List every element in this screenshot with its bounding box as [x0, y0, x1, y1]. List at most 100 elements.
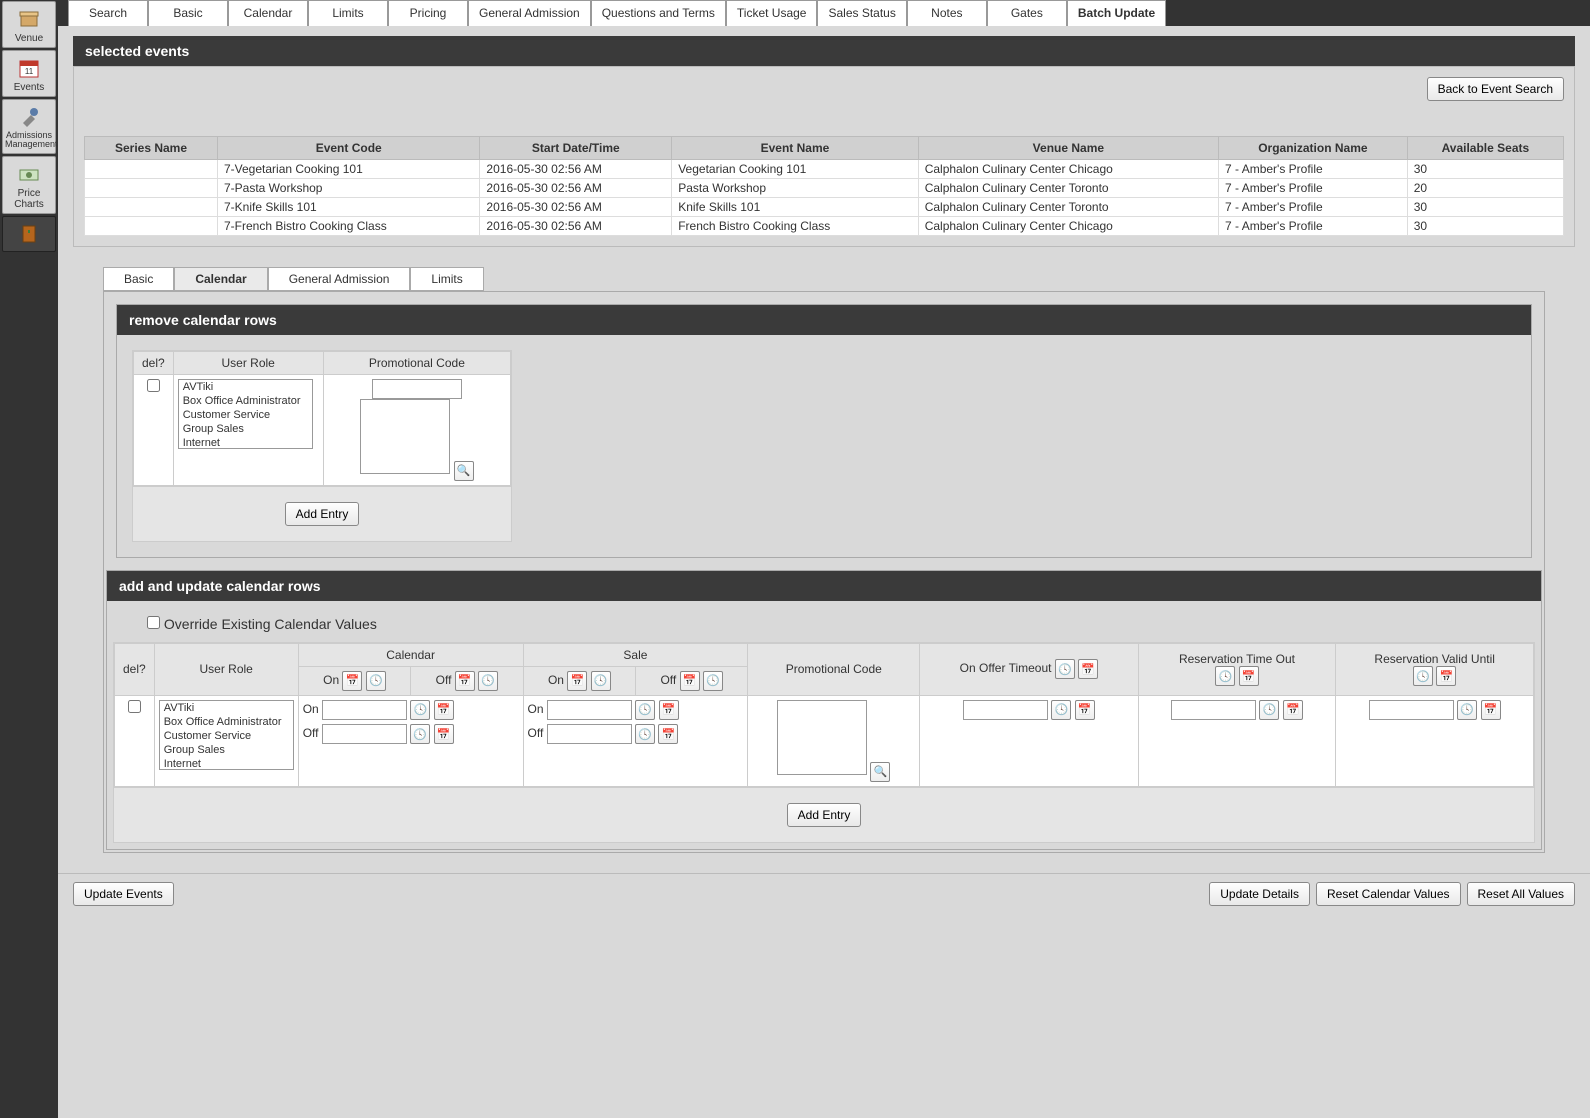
- calendar-icon[interactable]: 📅: [1283, 700, 1303, 720]
- calendar-icon[interactable]: 📅: [342, 671, 362, 691]
- update-events-button[interactable]: Update Events: [73, 882, 174, 906]
- list-item[interactable]: AVTiki: [179, 380, 312, 394]
- clock-icon[interactable]: 🕓: [1457, 700, 1477, 720]
- top-tab-pricing[interactable]: Pricing: [388, 0, 468, 26]
- override-checkbox[interactable]: [147, 616, 160, 629]
- promo-textarea[interactable]: [360, 399, 450, 474]
- del-checkbox[interactable]: [147, 379, 160, 392]
- top-tab-questions-and-terms[interactable]: Questions and Terms: [591, 0, 726, 26]
- cal-on-input[interactable]: [322, 700, 407, 720]
- col-calendar: Calendar: [298, 643, 523, 666]
- sale-on-input[interactable]: [547, 700, 632, 720]
- col-header: Series Name: [85, 137, 218, 160]
- clock-icon[interactable]: 🕓: [1259, 700, 1279, 720]
- top-tab-gates[interactable]: Gates: [987, 0, 1067, 26]
- calendar-icon: 11: [17, 56, 41, 80]
- user-role-list[interactable]: AVTikiBox Office AdministratorCustomer S…: [178, 379, 313, 449]
- list-item[interactable]: Customer Service: [160, 729, 293, 743]
- clock-icon[interactable]: 🕓: [635, 724, 655, 744]
- add-entry-button[interactable]: Add Entry: [285, 502, 360, 526]
- list-item[interactable]: Box Office Administrator: [179, 394, 312, 408]
- search-icon[interactable]: 🔍: [454, 461, 474, 481]
- cal-off-input[interactable]: [322, 724, 407, 744]
- sale-off-input[interactable]: [547, 724, 632, 744]
- selected-events-table: Series NameEvent CodeStart Date/TimeEven…: [84, 136, 1564, 236]
- top-tabs: SearchBasicCalendarLimitsPricingGeneral …: [58, 0, 1590, 26]
- calendar-icon[interactable]: 📅: [455, 671, 475, 691]
- calendar-icon[interactable]: 📅: [567, 671, 587, 691]
- top-tab-notes[interactable]: Notes: [907, 0, 987, 26]
- search-icon[interactable]: 🔍: [870, 762, 890, 782]
- clock-icon[interactable]: 🕓: [1413, 666, 1433, 686]
- sidebar-item-admissions[interactable]: Admissions Management: [2, 99, 56, 154]
- table-row[interactable]: 7-French Bistro Cooking Class2016-05-30 …: [85, 217, 1564, 236]
- calendar-icon[interactable]: 📅: [659, 700, 679, 720]
- del-checkbox[interactable]: [128, 700, 141, 713]
- table-row[interactable]: 7-Knife Skills 1012016-05-30 02:56 AMKni…: [85, 198, 1564, 217]
- promo-textarea[interactable]: [777, 700, 867, 775]
- top-tab-basic[interactable]: Basic: [148, 0, 228, 26]
- top-tab-general-admission[interactable]: General Admission: [468, 0, 591, 26]
- add-entry-button[interactable]: Add Entry: [787, 803, 862, 827]
- sidebar-item-events[interactable]: 11 Events: [2, 50, 56, 97]
- list-item[interactable]: Group Sales: [160, 743, 293, 757]
- calendar-icon[interactable]: 📅: [434, 700, 454, 720]
- promo-input[interactable]: [372, 379, 462, 399]
- sidebar-item-price-charts[interactable]: Price Charts: [2, 156, 56, 214]
- venue-icon: [17, 7, 41, 31]
- update-details-button[interactable]: Update Details: [1209, 882, 1310, 906]
- table-row[interactable]: 7-Vegetarian Cooking 1012016-05-30 02:56…: [85, 160, 1564, 179]
- back-to-search-button[interactable]: Back to Event Search: [1427, 77, 1564, 101]
- sidebar-item-extra[interactable]: [2, 216, 56, 252]
- clock-icon[interactable]: 🕓: [1215, 666, 1235, 686]
- list-item[interactable]: Internet: [160, 757, 293, 770]
- calendar-icon[interactable]: 📅: [1078, 659, 1098, 679]
- list-item[interactable]: Customer Service: [179, 408, 312, 422]
- clock-icon[interactable]: 🕓: [635, 700, 655, 720]
- calendar-icon[interactable]: 📅: [434, 724, 454, 744]
- override-label: Override Existing Calendar Values: [164, 616, 377, 632]
- top-tab-sales-status[interactable]: Sales Status: [817, 0, 906, 26]
- sub-tab-general-admission[interactable]: General Admission: [268, 267, 411, 291]
- list-item[interactable]: Group Sales: [179, 422, 312, 436]
- offer-input[interactable]: [963, 700, 1048, 720]
- sub-tab-basic[interactable]: Basic: [103, 267, 174, 291]
- list-item[interactable]: AVTiki: [160, 701, 293, 715]
- user-role-list[interactable]: AVTikiBox Office AdministratorCustomer S…: [159, 700, 294, 770]
- sidebar-label: Venue: [15, 33, 43, 44]
- clock-icon[interactable]: 🕓: [1051, 700, 1071, 720]
- top-tab-limits[interactable]: Limits: [308, 0, 388, 26]
- top-tab-calendar[interactable]: Calendar: [228, 0, 308, 26]
- col-sale-off: Off 📅 🕓: [636, 666, 748, 695]
- clock-icon[interactable]: 🕓: [410, 700, 430, 720]
- left-sidebar: Venue 11 Events Admissions Management Pr…: [0, 0, 58, 1118]
- clock-icon[interactable]: 🕓: [703, 671, 723, 691]
- calendar-icon[interactable]: 📅: [1239, 666, 1259, 686]
- sub-tab-calendar[interactable]: Calendar: [174, 267, 267, 291]
- calendar-icon[interactable]: 📅: [1075, 700, 1095, 720]
- res-timeout-input[interactable]: [1171, 700, 1256, 720]
- table-row[interactable]: 7-Pasta Workshop2016-05-30 02:56 AMPasta…: [85, 179, 1564, 198]
- sub-tab-limits[interactable]: Limits: [410, 267, 483, 291]
- top-tab-ticket-usage[interactable]: Ticket Usage: [726, 0, 818, 26]
- clock-icon[interactable]: 🕓: [591, 671, 611, 691]
- calendar-icon[interactable]: 📅: [680, 671, 700, 691]
- list-item[interactable]: Box Office Administrator: [160, 715, 293, 729]
- top-tab-batch-update[interactable]: Batch Update: [1067, 0, 1166, 26]
- reset-calendar-button[interactable]: Reset Calendar Values: [1316, 882, 1461, 906]
- book-icon: [17, 222, 41, 246]
- clock-icon[interactable]: 🕓: [366, 671, 386, 691]
- calendar-icon[interactable]: 📅: [1481, 700, 1501, 720]
- reset-all-button[interactable]: Reset All Values: [1467, 882, 1576, 906]
- sidebar-item-venue[interactable]: Venue: [2, 1, 56, 48]
- top-tab-search[interactable]: Search: [68, 0, 148, 26]
- clock-icon[interactable]: 🕓: [478, 671, 498, 691]
- clock-icon[interactable]: 🕓: [1055, 659, 1075, 679]
- sidebar-label: Events: [14, 82, 45, 93]
- list-item[interactable]: Internet: [179, 436, 312, 449]
- calendar-icon[interactable]: 📅: [1436, 666, 1456, 686]
- col-header: Event Name: [672, 137, 919, 160]
- clock-icon[interactable]: 🕓: [410, 724, 430, 744]
- res-valid-input[interactable]: [1369, 700, 1454, 720]
- calendar-icon[interactable]: 📅: [658, 724, 678, 744]
